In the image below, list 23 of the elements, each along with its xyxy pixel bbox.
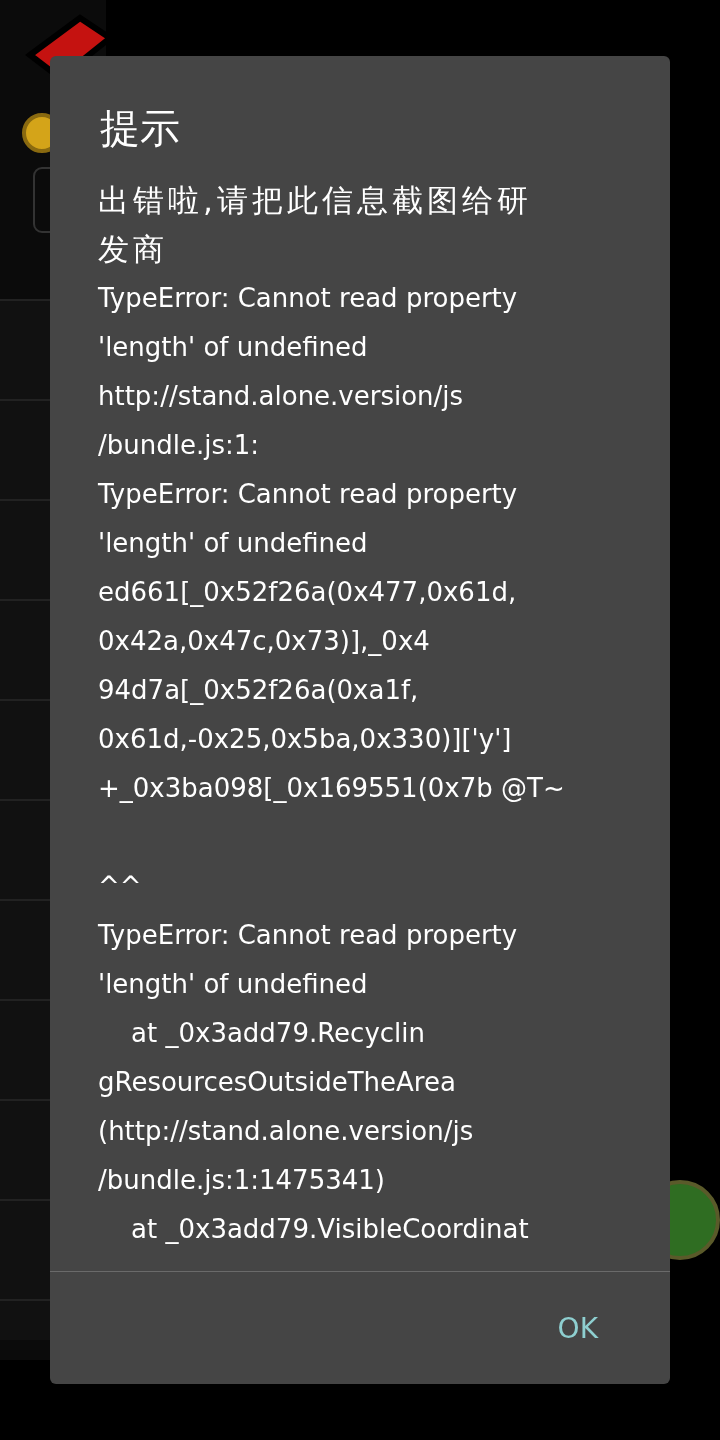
message-line: 0x42a,0x47c,0x73)],_0x4 <box>98 625 430 658</box>
dialog-title: 提示 <box>99 104 181 153</box>
message-line: 发商 <box>98 230 168 269</box>
message-line: 'length' of undefined <box>98 331 368 364</box>
message-line: 出错啦,请把此信息截图给研 <box>98 181 532 220</box>
message-line: TypeError: Cannot read property <box>98 919 518 952</box>
message-line: ed661[_0x52f26a(0x477,0x61d, <box>98 576 517 609</box>
message-line: /bundle.js:1:1475341) <box>98 1164 385 1197</box>
message-line: at _0x3add79.Recyclin <box>130 1017 425 1050</box>
message-line: TypeError: Cannot read property <box>98 478 518 511</box>
message-line: 'length' of undefined <box>98 968 368 1001</box>
message-line: 0x61d,-0x25,0x5ba,0x330)]['y'] <box>98 723 512 756</box>
message-line: +_0x3ba098[_0x169551(0x7b @T~ <box>98 772 565 805</box>
message-line: 94d7a[_0x52f26a(0xa1f, <box>98 674 419 707</box>
message-line: ^^ <box>98 870 142 903</box>
message-line: gResourcesOutsideTheArea <box>98 1066 456 1099</box>
message-line: (http://stand.alone.version/js <box>98 1115 474 1148</box>
message-line: http://stand.alone.version/js <box>98 380 464 413</box>
ok-button[interactable]: OK <box>545 1303 610 1353</box>
message-line: at _0x3add79.VisibleCoordinat <box>130 1213 529 1246</box>
message-line: /bundle.js:1: <box>98 429 260 462</box>
message-line: 'length' of undefined <box>98 527 368 560</box>
message-line: TypeError: Cannot read property <box>98 282 518 315</box>
